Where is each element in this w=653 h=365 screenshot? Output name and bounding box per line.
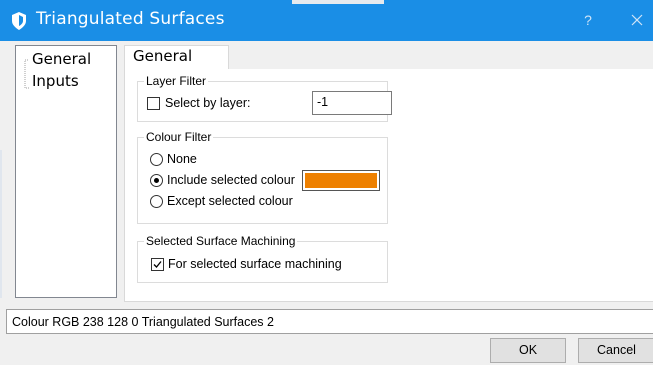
radio-except-selected-colour[interactable] xyxy=(150,195,163,208)
radio-selected-dot xyxy=(154,178,159,183)
colour-swatch-fill xyxy=(305,173,377,188)
radio-include-label: Include selected colour xyxy=(167,173,295,187)
window-edge xyxy=(0,150,2,298)
tab-general-label: General xyxy=(133,47,193,65)
surface-machining-group: Selected Surface Machining For selected … xyxy=(137,234,388,283)
tab-general[interactable]: General xyxy=(124,45,229,70)
select-by-layer-label: Select by layer: xyxy=(165,96,251,110)
tree-item-inputs[interactable]: Inputs xyxy=(32,72,79,90)
title-bar: Triangulated Surfaces ? xyxy=(0,0,653,41)
colour-filter-group: Colour Filter None Include selected colo… xyxy=(137,130,388,224)
colour-filter-legend: Colour Filter xyxy=(144,130,214,144)
selected-surface-machining-label: For selected surface machining xyxy=(168,257,342,271)
close-icon[interactable] xyxy=(624,8,650,32)
radio-none[interactable] xyxy=(150,153,163,166)
cancel-button[interactable]: Cancel xyxy=(578,338,653,363)
colour-swatch-button[interactable] xyxy=(302,170,380,191)
status-text: Colour RGB 238 128 0 Triangulated Surfac… xyxy=(12,315,274,329)
radio-none-label: None xyxy=(167,152,197,166)
layer-value-field[interactable]: -1 xyxy=(312,91,392,115)
status-bar: Colour RGB 238 128 0 Triangulated Surfac… xyxy=(6,309,653,334)
app-logo-icon xyxy=(12,12,26,30)
window-title: Triangulated Surfaces xyxy=(36,9,225,29)
surface-machining-legend: Selected Surface Machining xyxy=(144,234,298,248)
general-tab-panel: Layer Filter Select by layer: -1 Colour … xyxy=(124,69,653,302)
tree-item-general[interactable]: General xyxy=(32,50,91,68)
checkmark-icon xyxy=(153,261,162,268)
radio-except-label: Except selected colour xyxy=(167,194,293,208)
select-by-layer-checkbox[interactable] xyxy=(147,97,160,110)
layer-filter-group: Layer Filter Select by layer: -1 xyxy=(137,74,392,122)
radio-include-selected-colour[interactable] xyxy=(150,174,163,187)
title-bar-accent xyxy=(292,0,384,4)
navigation-tree: General Inputs xyxy=(15,45,117,298)
layer-filter-legend: Layer Filter xyxy=(144,74,209,88)
help-button[interactable]: ? xyxy=(578,10,598,30)
selected-surface-machining-checkbox[interactable] xyxy=(151,258,164,271)
ok-button[interactable]: OK xyxy=(490,338,566,363)
